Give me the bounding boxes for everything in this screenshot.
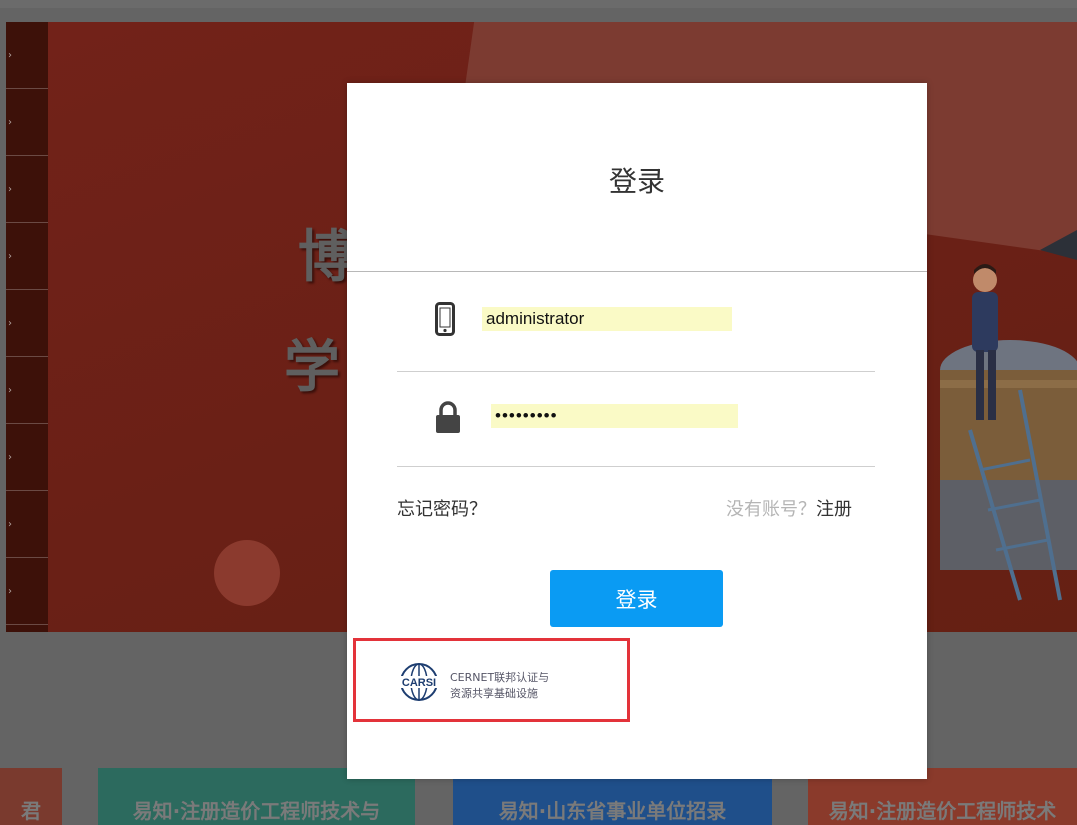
chevron-right-icon: ›: [8, 49, 12, 61]
graduate-illustration: [940, 230, 1077, 601]
carsi-caption-line1: CERNET联邦认证与: [450, 671, 550, 684]
register-prompt: 没有账号？注册: [726, 495, 852, 521]
login-title: 登录: [608, 165, 665, 198]
hero-heading-line2: 学: [284, 335, 340, 400]
forgot-password-link[interactable]: 忘记密码？: [397, 495, 487, 521]
sidebar-item[interactable]: ›: [6, 424, 48, 491]
lock-icon: [436, 401, 460, 433]
chevron-right-icon: ›: [8, 518, 12, 530]
username-input[interactable]: [482, 307, 732, 331]
carsi-login-option[interactable]: CARSI CERNET联邦认证与 资源共享基础设施: [353, 638, 630, 722]
chevron-right-icon: ›: [8, 116, 12, 128]
register-link[interactable]: 注册: [816, 499, 852, 520]
chevron-right-icon: ›: [8, 183, 12, 195]
hero-heading-line1: 博: [298, 225, 354, 290]
chevron-right-icon: ›: [8, 451, 12, 463]
course-card-title: 易知·山东省事业单位招录: [498, 799, 727, 823]
password-input[interactable]: [491, 404, 738, 428]
chevron-right-icon: ›: [8, 317, 12, 329]
chevron-right-icon: ›: [8, 250, 12, 262]
sidebar-item[interactable]: ›: [6, 290, 48, 357]
course-card-title: 易知·注册造价工程师技术与: [132, 799, 381, 823]
sidebar-item[interactable]: ›: [6, 22, 48, 89]
sidebar-item[interactable]: ›: [6, 357, 48, 424]
password-underline: [397, 466, 875, 467]
no-account-text: 没有账号？: [726, 499, 816, 520]
hero-decor-circle: [214, 540, 280, 606]
phone-icon: [435, 302, 455, 336]
sidebar-item[interactable]: ›: [6, 89, 48, 156]
sidebar-item[interactable]: ›: [6, 491, 48, 558]
sidebar-item[interactable]: ›: [6, 558, 48, 625]
sidebar-item[interactable]: ›: [6, 223, 48, 290]
carsi-caption-line2: 资源共享基础设施: [450, 687, 538, 700]
top-bar: [0, 0, 1077, 8]
username-underline: [397, 371, 875, 372]
carsi-logo-text: CARSI: [402, 677, 436, 689]
course-card-title: 君: [21, 799, 41, 823]
chevron-right-icon: ›: [8, 585, 12, 597]
title-divider: [347, 271, 927, 272]
course-card-title: 易知·注册造价工程师技术: [828, 799, 1057, 823]
carsi-globe-icon: CARSI: [398, 663, 440, 701]
login-button[interactable]: 登录: [550, 570, 723, 627]
category-sidebar: › › › › › › › › ›: [6, 22, 48, 632]
chevron-right-icon: ›: [8, 384, 12, 396]
sidebar-item[interactable]: ›: [6, 156, 48, 223]
carsi-caption: CERNET联邦认证与 资源共享基础设施: [450, 670, 549, 702]
course-card[interactable]: 君: [0, 768, 62, 825]
